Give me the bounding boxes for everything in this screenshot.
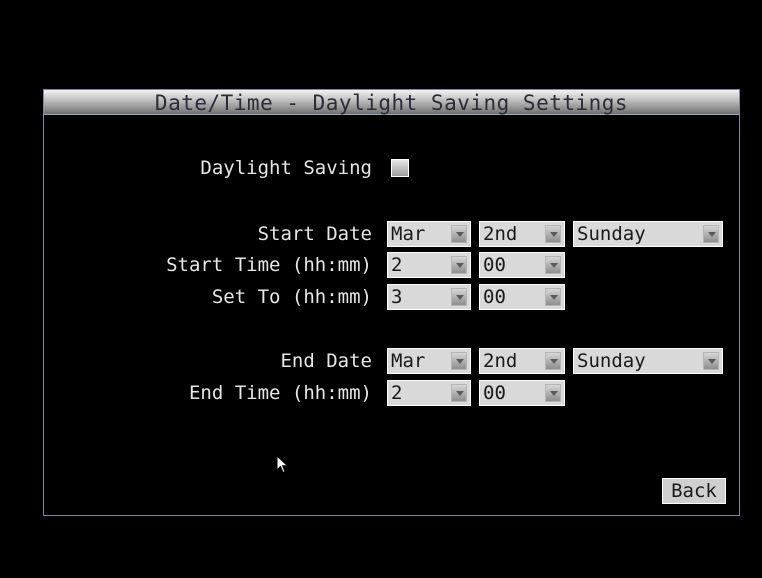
mouse-pointer-icon [276, 455, 289, 474]
start-time-label: Start Time (hh:mm) [166, 254, 372, 276]
end-date-week-select[interactable]: 2nd [479, 348, 565, 374]
end-date-month-select[interactable]: Mar [387, 348, 471, 374]
start-date-week-select[interactable]: 2nd [479, 221, 565, 247]
start-date-month-value: Mar [391, 223, 426, 245]
chevron-down-icon[interactable] [545, 288, 561, 306]
daylight-saving-dialog: Date/Time - Daylight Saving Settings Day… [43, 89, 740, 516]
end-time-minute-select[interactable]: 00 [479, 380, 565, 406]
start-date-day-value: Sunday [577, 223, 646, 245]
start-time-minute-select[interactable]: 00 [479, 252, 565, 278]
start-time-hour-value: 2 [391, 254, 403, 276]
dialog-title-bar: Date/Time - Daylight Saving Settings [44, 90, 739, 115]
chevron-down-icon[interactable] [451, 256, 467, 274]
end-time-minute-value: 00 [483, 382, 506, 404]
dialog-title: Date/Time - Daylight Saving Settings [154, 91, 629, 115]
end-time-hour-select[interactable]: 2 [387, 380, 471, 406]
end-time-label: End Time (hh:mm) [188, 382, 372, 404]
end-time-hour-value: 2 [391, 382, 403, 404]
back-button[interactable]: Back [662, 478, 726, 504]
end-date-month-value: Mar [391, 350, 426, 372]
chevron-down-icon[interactable] [545, 225, 561, 243]
start-time-hour-select[interactable]: 2 [387, 252, 471, 278]
start-time-minute-value: 00 [483, 254, 506, 276]
set-to-minute-select[interactable]: 00 [479, 284, 565, 310]
chevron-down-icon[interactable] [451, 352, 467, 370]
chevron-down-icon[interactable] [451, 225, 467, 243]
start-date-week-value: 2nd [483, 223, 518, 245]
end-date-label: End Date [280, 350, 372, 372]
set-to-hour-select[interactable]: 3 [387, 284, 471, 310]
chevron-down-icon[interactable] [703, 352, 719, 370]
set-to-minute-value: 00 [483, 286, 506, 308]
start-date-month-select[interactable]: Mar [387, 221, 471, 247]
dvr-screen: Date/Time - Daylight Saving Settings Day… [0, 0, 762, 578]
chevron-down-icon[interactable] [545, 352, 561, 370]
end-date-day-select[interactable]: Sunday [573, 348, 723, 374]
daylight-saving-checkbox[interactable] [391, 159, 409, 177]
chevron-down-icon[interactable] [451, 384, 467, 402]
daylight-saving-label: Daylight Saving [200, 157, 372, 179]
chevron-down-icon[interactable] [451, 288, 467, 306]
set-to-label: Set To (hh:mm) [211, 286, 372, 308]
set-to-hour-value: 3 [391, 286, 403, 308]
start-date-label: Start Date [257, 223, 372, 245]
chevron-down-icon[interactable] [703, 225, 719, 243]
chevron-down-icon[interactable] [545, 384, 561, 402]
chevron-down-icon[interactable] [545, 256, 561, 274]
end-date-week-value: 2nd [483, 350, 518, 372]
end-date-day-value: Sunday [577, 350, 646, 372]
start-date-day-select[interactable]: Sunday [573, 221, 723, 247]
